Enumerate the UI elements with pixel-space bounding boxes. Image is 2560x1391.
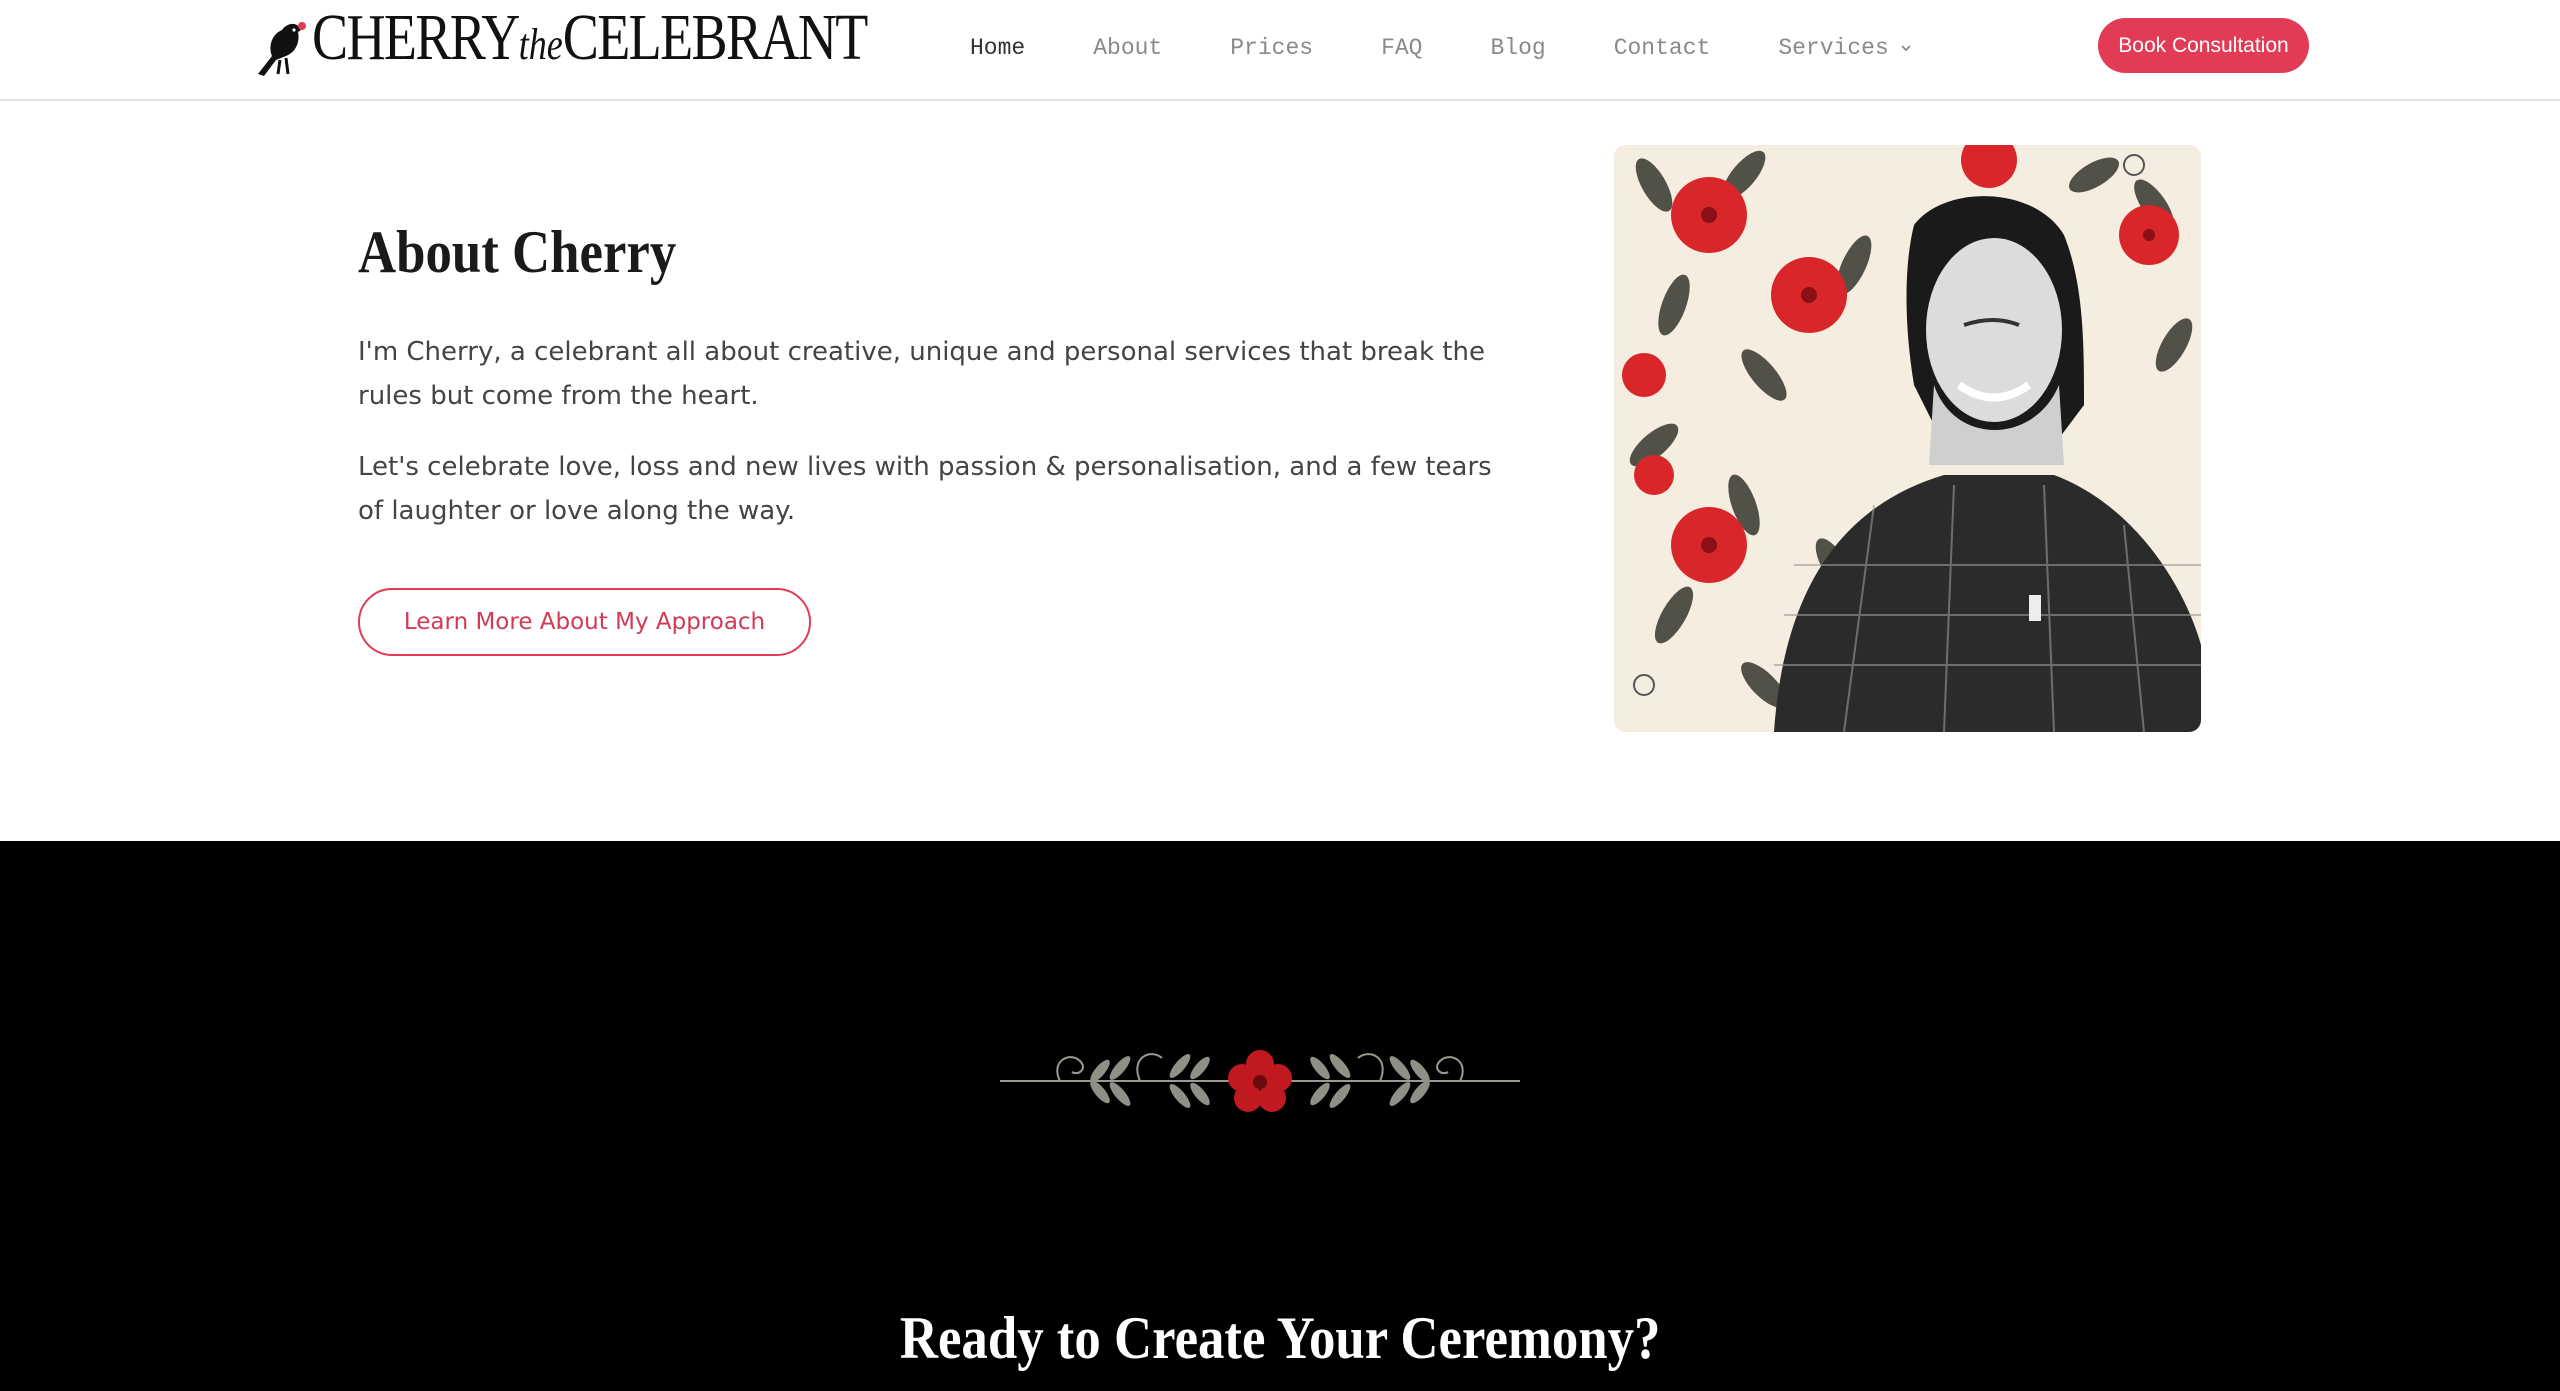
nav-services-label: Services	[1778, 35, 1889, 61]
nav-blog[interactable]: Blog	[1490, 35, 1545, 61]
site-logo[interactable]: CHERRYtheCELEBRANT	[250, 5, 989, 78]
logo-wordmark: CHERRYtheCELEBRANT	[312, 1, 868, 74]
chevron-down-icon	[1901, 45, 1911, 52]
cherry-portrait-image	[1614, 145, 2201, 732]
nav-services[interactable]: Services	[1778, 35, 1912, 61]
nav-faq[interactable]: FAQ	[1381, 35, 1422, 61]
learn-more-button[interactable]: Learn More About My Approach	[358, 588, 811, 656]
cta-section: Ready to Create Your Ceremony?	[0, 841, 2560, 1391]
cta-title: Ready to Create Your Ceremony?	[899, 1305, 1661, 1371]
about-paragraph-2: Let's celebrate love, loss and new lives…	[358, 452, 1492, 526]
site-header: CHERRYtheCELEBRANT Home About Prices FAQ…	[0, 0, 2560, 101]
nav-prices[interactable]: Prices	[1230, 35, 1313, 61]
about-paragraph-1: I'm Cherry, a celebrant all about creati…	[358, 337, 1485, 411]
main-nav: Home About Prices FAQ Blog Contact Servi…	[970, 28, 1981, 68]
about-title: About Cherry	[358, 219, 677, 285]
nav-home[interactable]: Home	[970, 35, 1025, 61]
book-consultation-button[interactable]: Book Consultation	[2098, 18, 2309, 73]
nav-about[interactable]: About	[1093, 35, 1162, 61]
floral-divider-ornament	[1000, 1050, 1520, 1112]
magpie-bird-icon	[258, 22, 306, 76]
nav-contact[interactable]: Contact	[1614, 35, 1711, 61]
